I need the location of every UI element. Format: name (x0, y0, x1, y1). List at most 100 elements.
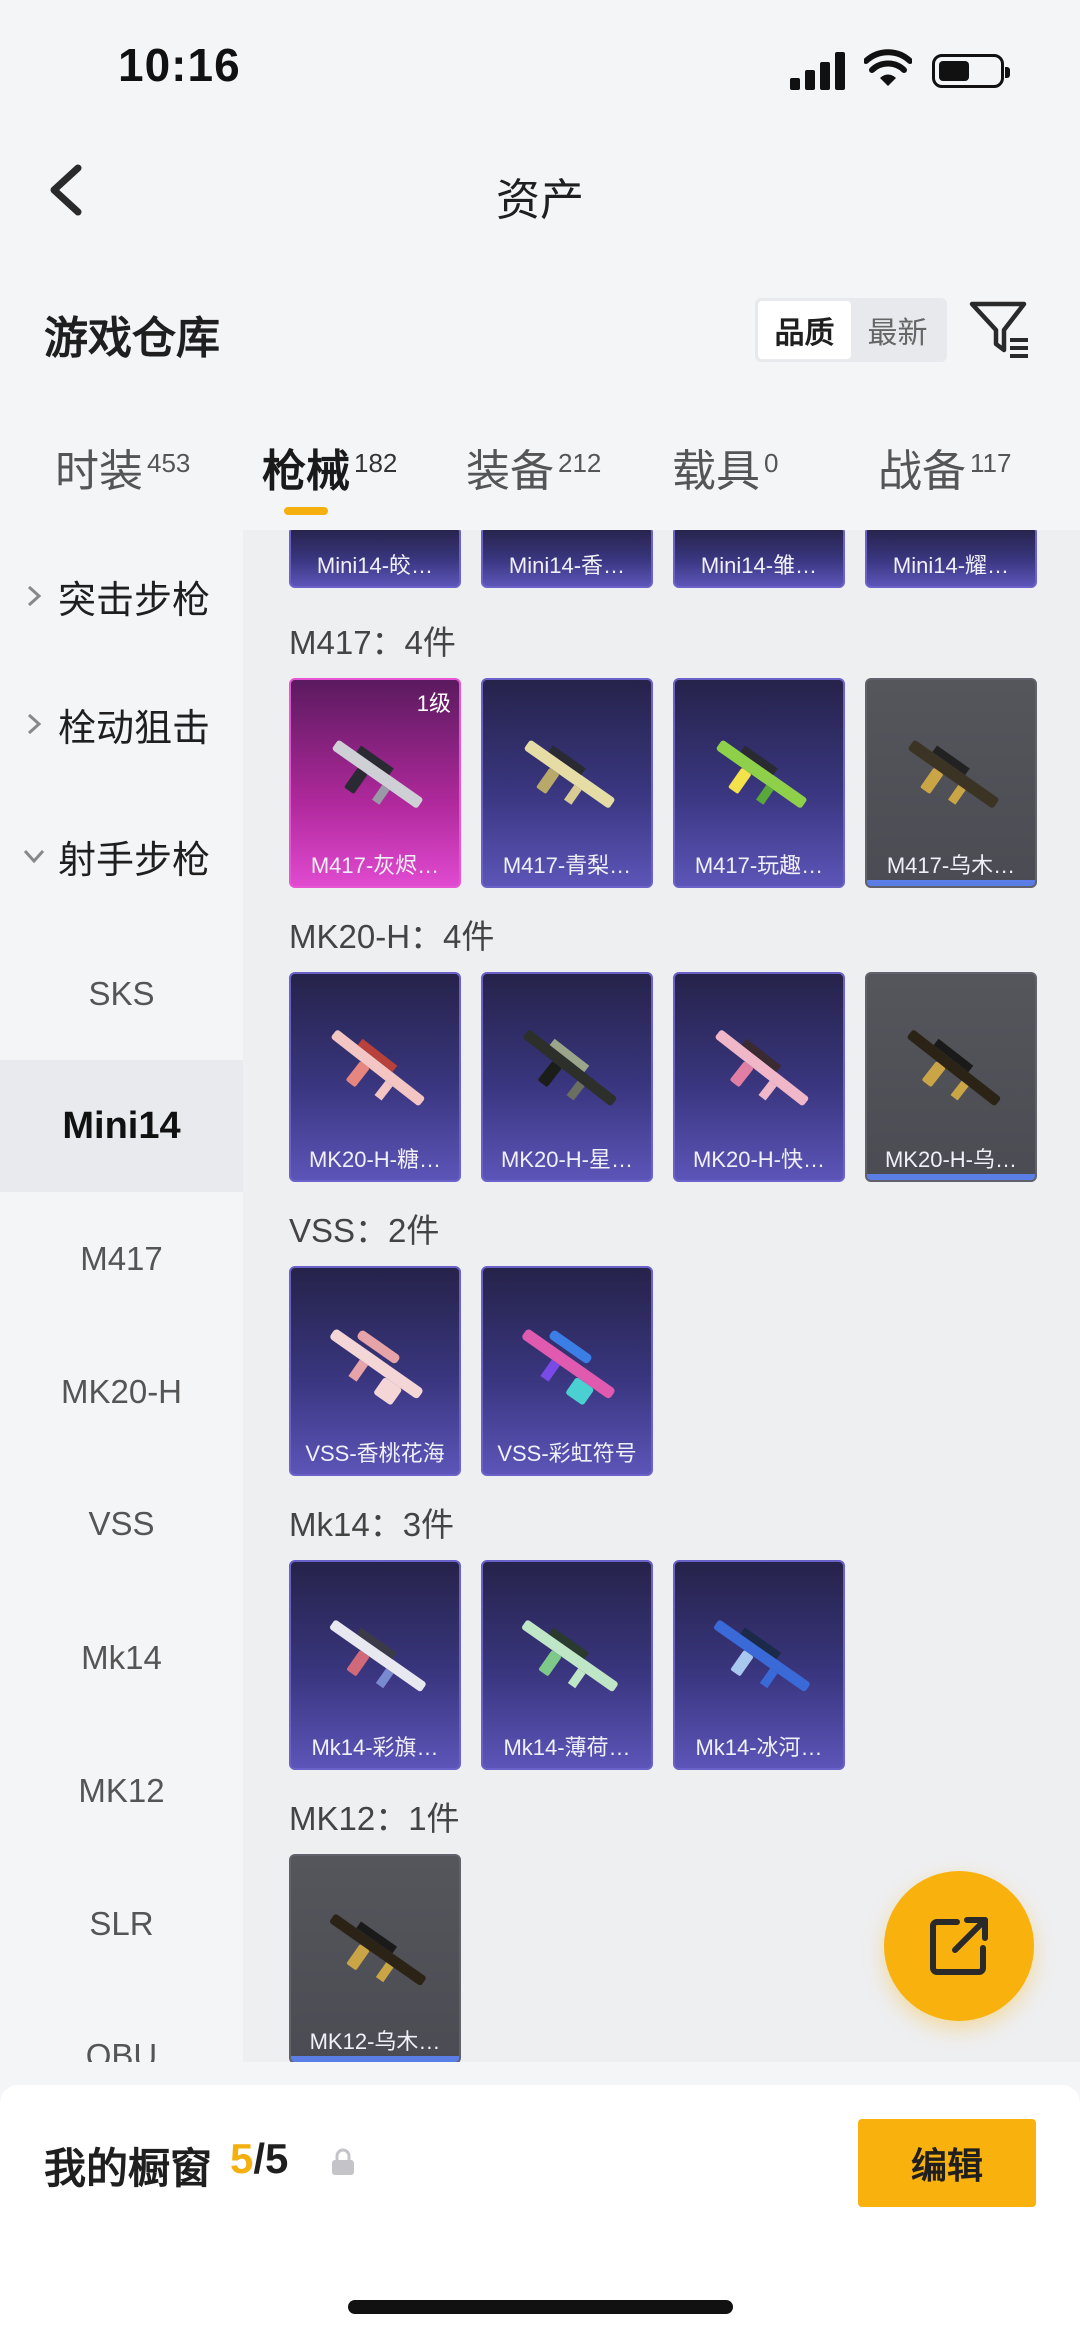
rifle-icon (715, 1030, 809, 1106)
weapon-card-label: MK20-H-快… (692, 1147, 825, 1172)
filter-icon[interactable] (968, 298, 1032, 362)
weapon-card[interactable]: Mini14-皎… (289, 530, 461, 588)
group-title: VSS：2件 (289, 1212, 440, 1249)
sort-latest-button[interactable]: 最新 (851, 301, 944, 359)
sidebar-item-slr[interactable]: SLR (0, 1858, 243, 1990)
weapon-card[interactable]: Mk14-彩旗… (289, 1560, 461, 1770)
tab-supplies[interactable]: 战备 117 (878, 435, 1011, 499)
rifle-icon (716, 740, 807, 808)
sidebar-item-qbu[interactable]: QBU (0, 1990, 243, 2062)
lock-icon (332, 2148, 354, 2175)
sidebar-item-m417[interactable]: M417 (0, 1193, 243, 1325)
warehouse-title: 游戏仓库 (44, 314, 220, 363)
sidebar-group-dmr[interactable]: 射手步枪 (20, 826, 210, 886)
home-indicator (348, 2300, 733, 2314)
wifi-icon (864, 49, 912, 86)
status-time: 10:16 (118, 39, 241, 91)
rifle-icon (522, 1620, 618, 1692)
sidebar-item-mini14[interactable]: Mini14 (0, 1060, 243, 1192)
weapon-card[interactable]: Mini14-耀… (865, 530, 1037, 588)
tab-vehicles[interactable]: 载具 0 (672, 435, 778, 499)
chevron-down-icon (23, 849, 45, 864)
weapon-card[interactable]: VSS-彩虹符号 (481, 1266, 653, 1476)
weapon-card[interactable]: MK20-H-快… (673, 972, 845, 1182)
rifle-icon (524, 740, 615, 808)
tab-costume[interactable]: 时装 453 (55, 435, 190, 499)
group-title: MK20-H：4件 (289, 918, 495, 955)
status-bar: 10:16 (0, 0, 1080, 130)
page-title: 资产 (496, 176, 584, 225)
share-button[interactable] (884, 1871, 1034, 2021)
nav-bar: 资产 (0, 130, 1080, 250)
weapon-card-label: Mk14-薄荷… (503, 1735, 631, 1760)
share-external-icon (930, 1917, 988, 1975)
sidebar-group-assault-rifle[interactable]: 突击步枪 (20, 566, 210, 626)
rifle-icon (331, 1030, 425, 1106)
rifle-icon (714, 1620, 810, 1692)
sort-quality-button[interactable]: 品质 (758, 301, 851, 359)
weapon-card-label: M417-玩趣… (694, 853, 824, 878)
weapon-card[interactable]: MK12-乌木… (289, 1854, 461, 2062)
tab-active-indicator (284, 507, 328, 515)
weapon-grid: Mini14-皎… Mini14-香… Mini14-雏… Mini14-耀… … (243, 530, 1080, 2062)
weapon-card-label: MK20-H-乌… (884, 1147, 1017, 1172)
sidebar-item-vss[interactable]: VSS (0, 1458, 243, 1590)
weapon-card[interactable]: 1级 M417-灰烬… (289, 678, 461, 888)
rifle-icon (330, 1620, 426, 1692)
weapon-card-label: Mini14-雏… (700, 553, 818, 578)
weapon-card-label: VSS-彩虹符号 (497, 1441, 637, 1466)
sidebar-item-mk20h[interactable]: MK20-H (0, 1326, 243, 1458)
tab-equipment[interactable]: 装备 212 (466, 435, 601, 499)
weapon-card[interactable]: Mk14-冰河… (673, 1560, 845, 1770)
sidebar-item-mk12[interactable]: MK12 (0, 1725, 243, 1857)
showcase-count: 5/5 (230, 2135, 289, 2182)
weapon-card[interactable]: Mini14-雏… (673, 530, 845, 588)
weapon-card-label: M417-乌木… (886, 853, 1016, 878)
weapon-card[interactable]: M417-青梨… (481, 678, 653, 888)
chevron-right-icon (27, 585, 42, 607)
rifle-icon (330, 1914, 426, 1986)
weapon-card[interactable]: VSS-香桃花海 (289, 1266, 461, 1476)
sidebar-group-bolt-sniper[interactable]: 栓动狙击 (20, 694, 210, 754)
signal-icon (790, 52, 846, 90)
weapon-card-label: M417-灰烬… (310, 853, 440, 878)
chevron-right-icon (27, 713, 42, 735)
weapon-card-label: VSS-香桃花海 (305, 1441, 445, 1466)
showcase-label: 我的橱窗 (44, 2145, 213, 2192)
weapon-card[interactable]: Mini14-香… (481, 530, 653, 588)
category-tabs: 时装 453 枪械 182 装备 212 载具 0 战备 117 (0, 415, 1080, 530)
weapon-card[interactable]: Mk14-薄荷… (481, 1560, 653, 1770)
group-title: Mk14：3件 (289, 1506, 455, 1543)
weapon-card-label: Mini14-香… (508, 553, 626, 578)
weapon-sidebar: 突击步枪 栓动狙击 射手步枪 SKS Mini14 M417 MK20-H VS… (0, 530, 243, 2062)
weapon-card[interactable]: MK20-H-乌… (865, 972, 1037, 1182)
weapon-card[interactable]: MK20-H-糖… (289, 972, 461, 1182)
rifle-icon (332, 740, 423, 808)
sidebar-item-sks[interactable]: SKS (0, 928, 243, 1060)
weapon-card-label: MK20-H-糖… (308, 1147, 441, 1172)
battery-icon (932, 54, 1010, 88)
warehouse-header: 游戏仓库 品质 最新 (0, 270, 1080, 390)
group-title: MK12：1件 (289, 1800, 460, 1837)
level-badge: 1级 (416, 691, 451, 716)
weapon-card-label: M417-青梨… (502, 853, 632, 878)
weapon-card-label: Mini14-皎… (316, 553, 434, 578)
weapon-card-label: MK12-乌木… (309, 2029, 441, 2054)
rifle-icon (523, 1030, 617, 1106)
weapon-card-label: Mk14-冰河… (695, 1735, 823, 1760)
sort-toggle: 品质 最新 (755, 298, 947, 362)
edit-button[interactable]: 编辑 (858, 2119, 1036, 2207)
rifle-icon (522, 1329, 615, 1405)
rifle-icon (908, 740, 999, 808)
rifle-icon (330, 1329, 423, 1405)
weapon-card-label: MK20-H-星… (500, 1147, 633, 1172)
weapon-card[interactable]: M417-玩趣… (673, 678, 845, 888)
weapon-card[interactable]: MK20-H-星… (481, 972, 653, 1182)
sidebar-item-mk14[interactable]: Mk14 (0, 1592, 243, 1724)
rifle-icon (907, 1030, 1001, 1106)
tab-firearms[interactable]: 枪械 182 (262, 435, 397, 499)
weapon-card[interactable]: M417-乌木… (865, 678, 1037, 888)
group-title: M417：4件 (289, 624, 456, 661)
weapon-card-label: Mini14-耀… (892, 553, 1010, 578)
weapon-card-label: Mk14-彩旗… (311, 1735, 439, 1760)
